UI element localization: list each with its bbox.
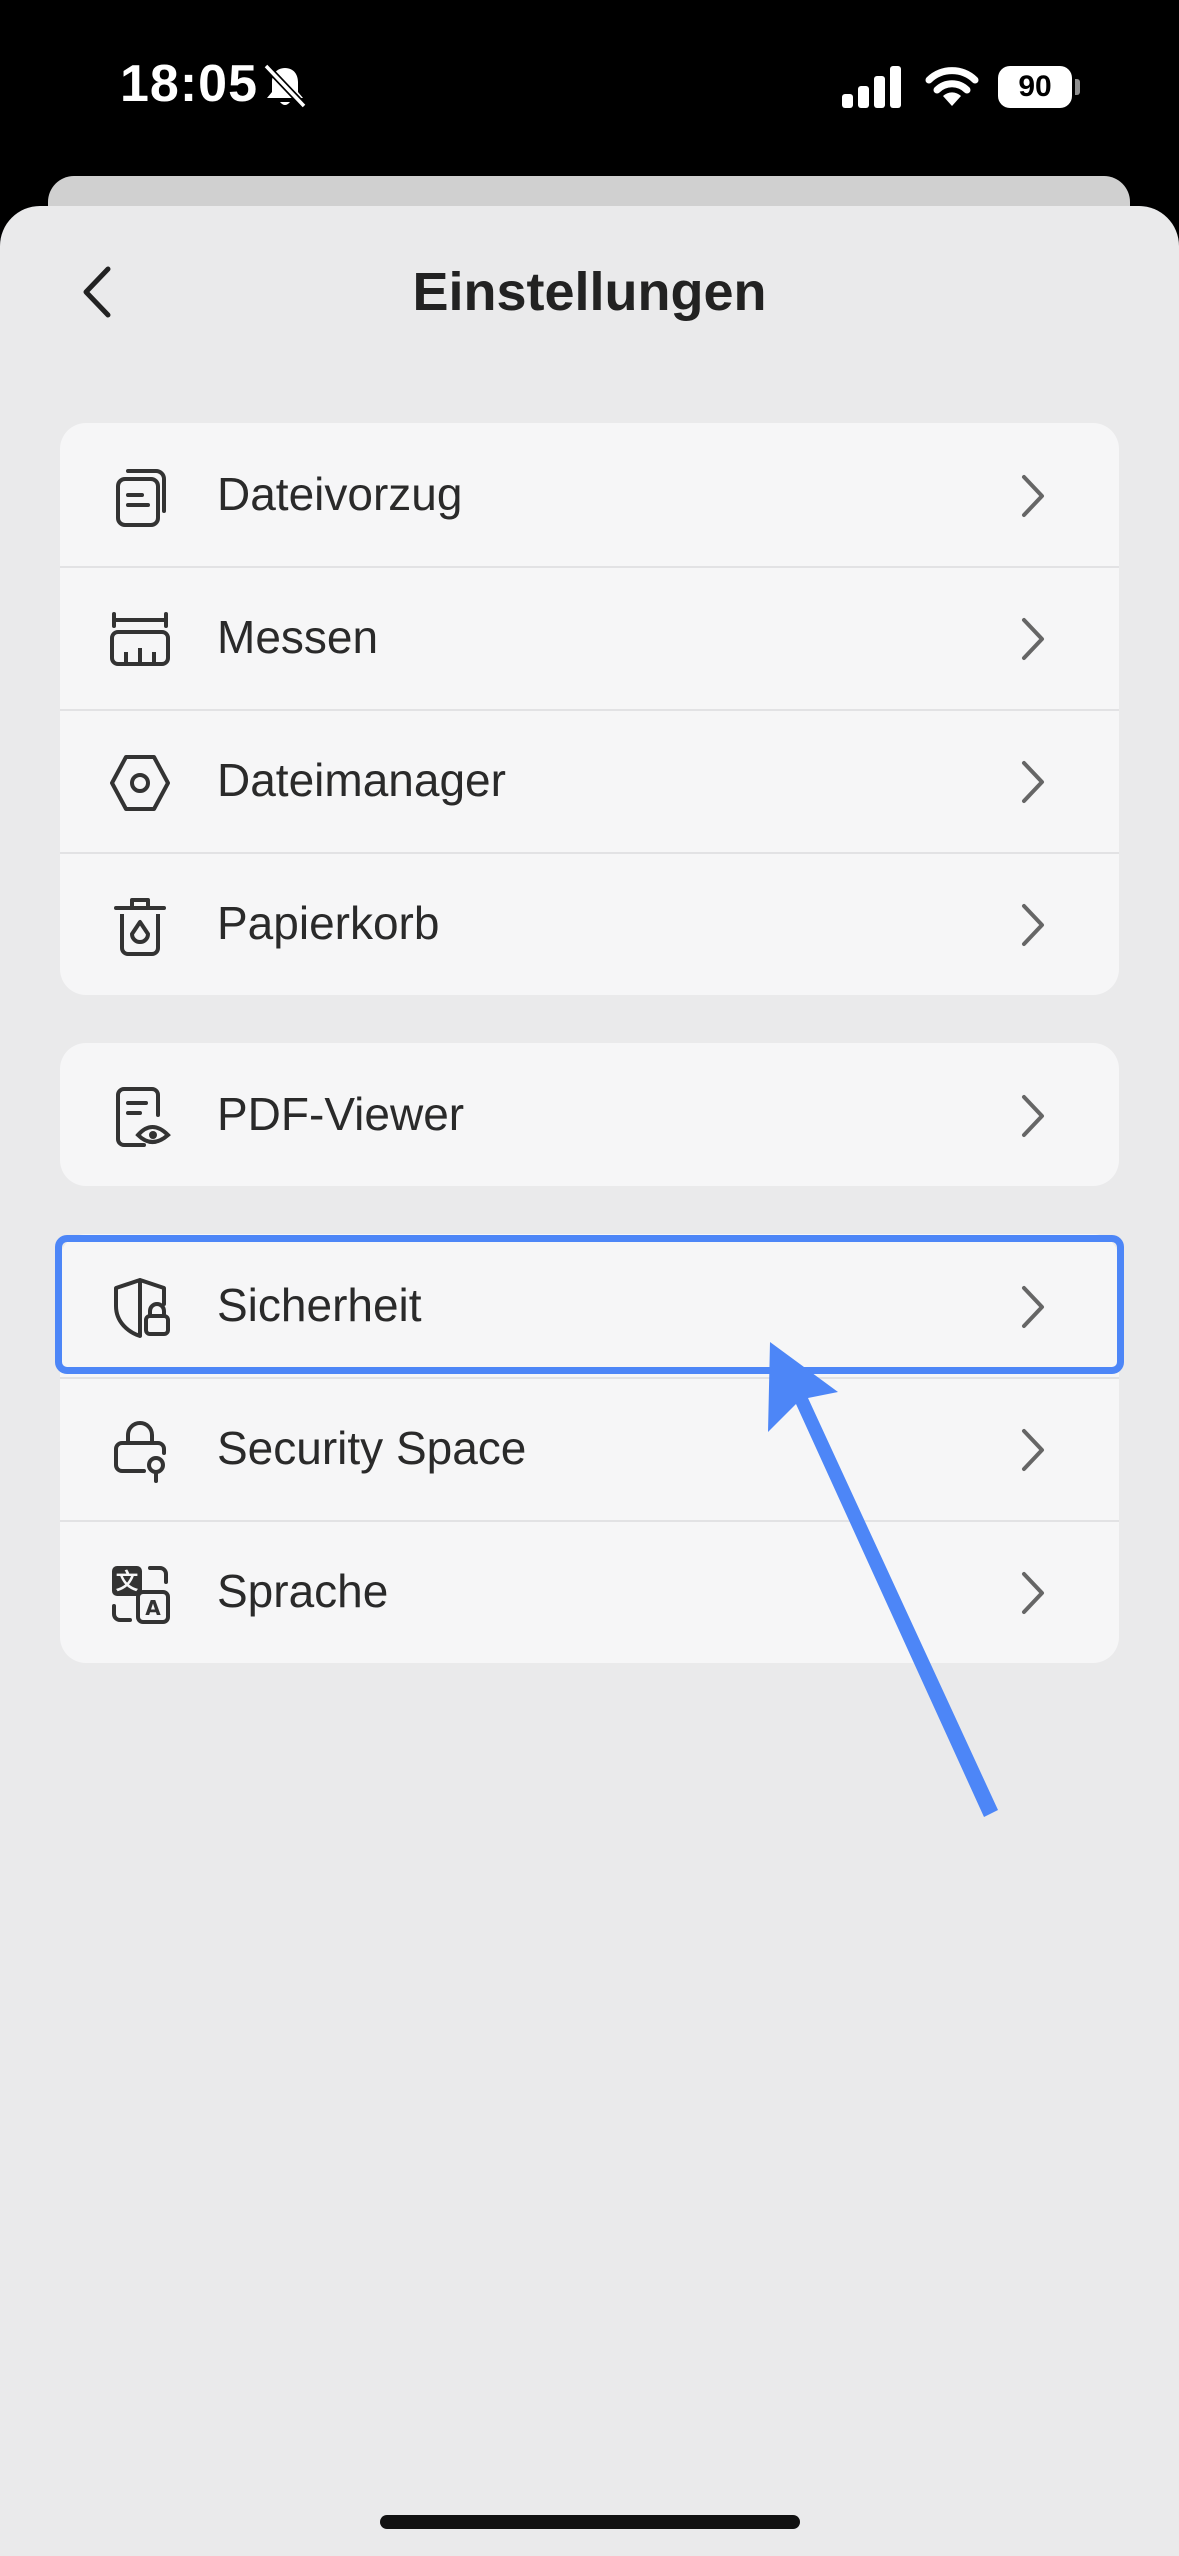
annotation-arrow-icon — [768, 1342, 998, 1817]
home-indicator[interactable] — [380, 2515, 800, 2529]
